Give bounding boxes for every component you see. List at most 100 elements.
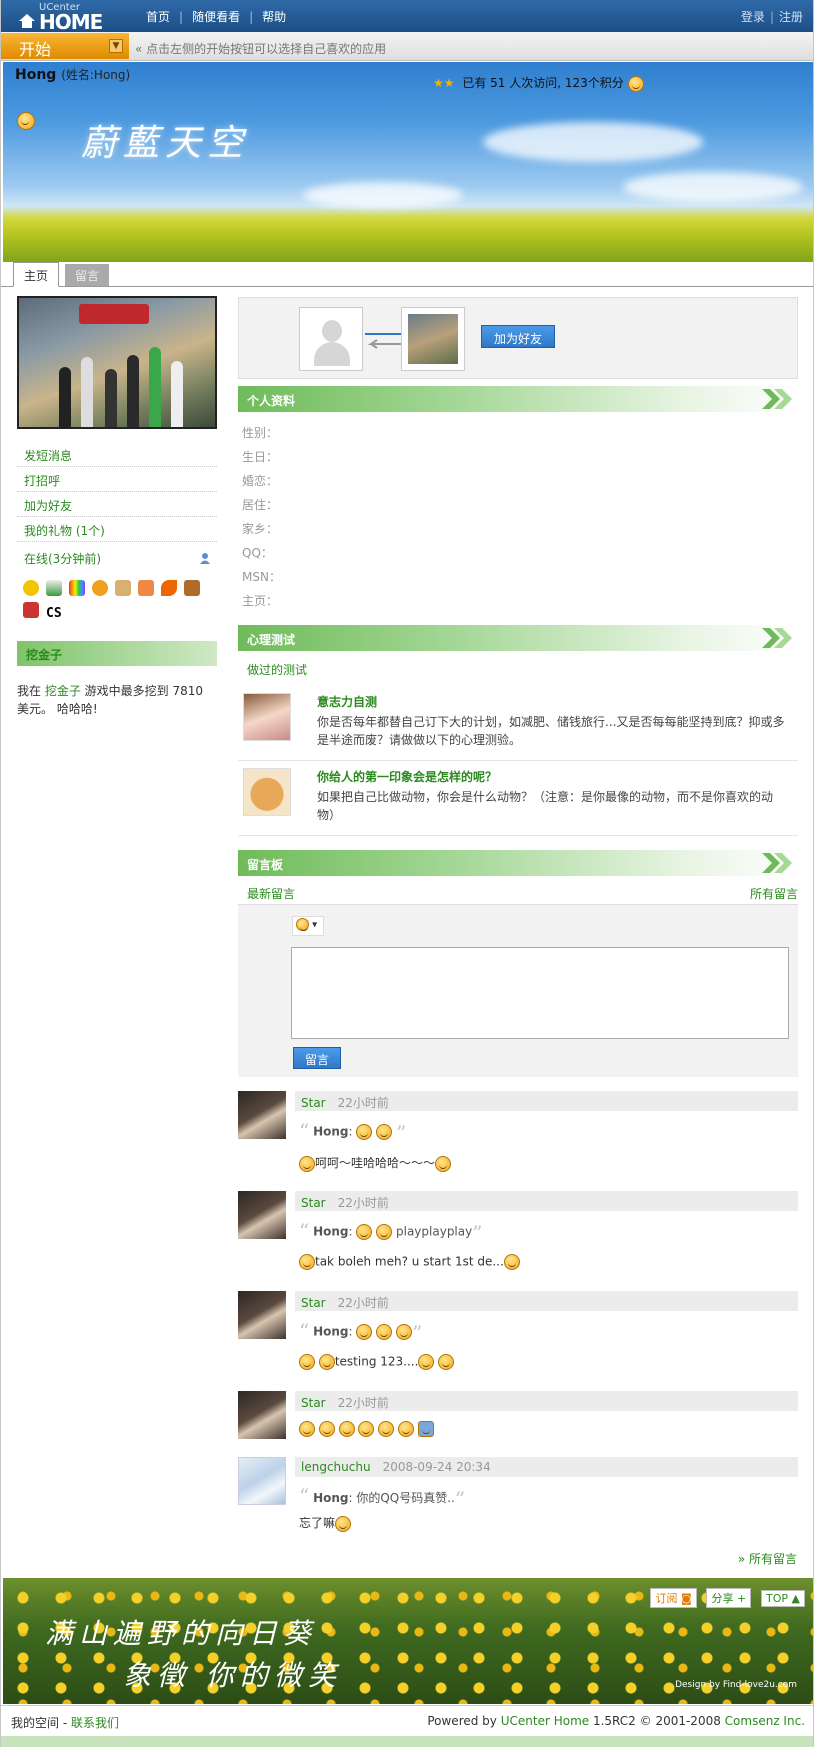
product-link[interactable]: UCenter Home bbox=[501, 1714, 589, 1728]
comment-header: Star 22小时前 bbox=[295, 1291, 798, 1311]
footer-right: Powered by UCenter Home 1.5RC2 © 2001-20… bbox=[427, 1714, 805, 1728]
add-friend-button[interactable]: 加为好友 bbox=[481, 325, 555, 348]
comment-item: Star 22小时前 “ Hong: ” testing 123.... bbox=[238, 1291, 798, 1381]
nav-explore-link[interactable]: 随便看看 bbox=[192, 10, 240, 24]
emoticon-icon bbox=[356, 1224, 373, 1240]
photo-app-icon[interactable] bbox=[115, 580, 131, 596]
psych-test-heading: 心理测试 bbox=[238, 625, 798, 651]
nav-home-link[interactable]: 首页 bbox=[146, 10, 170, 24]
tab-guestbook[interactable]: 留言 bbox=[65, 264, 110, 286]
login-separator: | bbox=[769, 10, 774, 24]
profile-heading-label: 个人资料 bbox=[247, 394, 296, 408]
login-link[interactable]: 登录 bbox=[741, 10, 765, 24]
photo-figure bbox=[127, 355, 139, 427]
my-space-label: 我的空间 bbox=[11, 1716, 60, 1730]
commenter-name[interactable]: Star bbox=[301, 1296, 326, 1310]
nav-help-link[interactable]: 帮助 bbox=[262, 10, 286, 24]
star-icon: ★★ bbox=[433, 76, 455, 90]
comment-body: 忘了嘛 bbox=[299, 1514, 352, 1532]
rocket-icon[interactable] bbox=[161, 580, 177, 596]
send-message-link[interactable]: 发短消息 bbox=[17, 442, 217, 467]
emoticon-icon bbox=[356, 1124, 373, 1140]
cs-game-icon[interactable]: CS bbox=[46, 606, 62, 621]
emoticon-icon bbox=[299, 1155, 315, 1172]
comment-header: Star 22小时前 bbox=[295, 1191, 798, 1211]
add-friend-link[interactable]: 加为好友 bbox=[17, 492, 217, 517]
footer-left: 我的空间 - 联系我们 bbox=[11, 1716, 119, 1730]
user-photo[interactable] bbox=[17, 296, 217, 429]
commenter-name[interactable]: Star bbox=[301, 1196, 326, 1210]
my-gifts-link[interactable]: 我的礼物 (1个) bbox=[17, 517, 217, 542]
flask-icon[interactable] bbox=[46, 580, 62, 596]
game-link[interactable]: 挖金子 bbox=[45, 684, 81, 698]
commenter-avatar[interactable] bbox=[238, 1191, 286, 1239]
test-thumbnail[interactable] bbox=[243, 768, 291, 816]
commenter-avatar[interactable] bbox=[238, 1391, 286, 1439]
test-thumbnail[interactable] bbox=[243, 693, 291, 741]
back-to-top-button[interactable]: TOP ▲ bbox=[761, 1590, 805, 1607]
profile-field-homepage: 主页： bbox=[242, 594, 279, 608]
photo-sign bbox=[79, 304, 149, 324]
nav-separator: | bbox=[179, 10, 184, 24]
register-link[interactable]: 注册 bbox=[779, 10, 803, 24]
share-label: 分享 bbox=[711, 1592, 734, 1605]
commenter-name[interactable]: lengchuchu bbox=[301, 1460, 371, 1474]
profile-field-gender: 性别： bbox=[242, 426, 279, 440]
all-messages-link[interactable]: 所有留言 bbox=[750, 885, 798, 902]
comment-time: 22小时前 bbox=[337, 1196, 389, 1210]
start-button[interactable]: 开始 ▼ bbox=[1, 33, 129, 59]
tab-home[interactable]: 主页 bbox=[13, 262, 60, 287]
share-button[interactable]: 分享 + bbox=[706, 1588, 752, 1608]
test-title[interactable]: 你给人的第一印象会是怎样的呢？ bbox=[317, 768, 497, 785]
emoticon-picker[interactable]: ▾ bbox=[292, 916, 324, 936]
comment-time: 22小时前 bbox=[337, 1296, 389, 1310]
test-description: 你是否每年都替自己订下大的计划，如减肥、储钱旅行...又是否每每能坚持到底？抑或… bbox=[317, 715, 785, 747]
emoticon-icon bbox=[378, 1421, 395, 1437]
chevron-down-icon[interactable]: ▼ bbox=[109, 39, 123, 53]
contact-us-link[interactable]: 联系我们 bbox=[71, 1716, 119, 1730]
tests-done-label: 做过的测试 bbox=[247, 663, 308, 677]
emoticon-icon bbox=[318, 1421, 335, 1437]
comment-time: 2008-09-24 20:34 bbox=[382, 1460, 491, 1474]
post-message-button[interactable]: 留言 bbox=[293, 1047, 341, 1069]
company-link[interactable]: Comsenz Inc. bbox=[725, 1714, 805, 1728]
owner-avatar[interactable] bbox=[401, 307, 465, 371]
quoted-text: playplayplay bbox=[396, 1224, 473, 1239]
gift-icon[interactable] bbox=[138, 580, 154, 596]
commenter-name[interactable]: Star bbox=[301, 1096, 326, 1110]
footer: 我的空间 - 联系我们 Powered by UCenter Home 1.5R… bbox=[1, 1705, 813, 1735]
comment-time: 22小时前 bbox=[337, 1096, 389, 1110]
quote-open-icon: “ bbox=[299, 1119, 310, 1143]
emoticon-icon bbox=[396, 1324, 412, 1340]
chat-bubble-icon[interactable] bbox=[23, 580, 39, 596]
latest-messages-label: 最新留言 bbox=[247, 887, 296, 901]
commenter-avatar[interactable] bbox=[238, 1457, 286, 1505]
owner-avatar-image bbox=[408, 314, 458, 364]
rss-subscribe-button[interactable]: 订阅 ◙ bbox=[650, 1588, 697, 1608]
test-title[interactable]: 意志力自测 bbox=[317, 693, 377, 710]
comment-quote: “ Hong: 你的QQ号码真赞..” bbox=[299, 1484, 466, 1511]
comment-text: tak boleh meh? u start 1st de... bbox=[315, 1254, 504, 1269]
all-messages-bottom-link[interactable]: » 所有留言 bbox=[738, 1550, 797, 1567]
candy-icon[interactable] bbox=[92, 580, 108, 596]
smiley-icon bbox=[296, 918, 309, 931]
top-nav: 首页 | 随便看看 | 帮助 bbox=[146, 8, 286, 25]
rainbow-icon[interactable] bbox=[69, 580, 85, 596]
cloud-decoration bbox=[623, 172, 803, 202]
emoticon-icon bbox=[376, 1324, 393, 1340]
game-text-pre: 我在 bbox=[17, 684, 45, 698]
quoted-user: Hong bbox=[313, 1124, 349, 1139]
comment-item: Star 22小时前 “ Hong: playplayplay” tak bole… bbox=[238, 1191, 798, 1281]
ucenter-home-logo[interactable]: UCenter HOME bbox=[19, 2, 109, 34]
commenter-avatar[interactable] bbox=[238, 1291, 286, 1339]
start-button-label: 开始 bbox=[19, 40, 52, 59]
message-textarea[interactable] bbox=[291, 947, 789, 1039]
commenter-name[interactable]: Star bbox=[301, 1396, 326, 1410]
robot-icon[interactable] bbox=[23, 602, 39, 618]
commenter-avatar[interactable] bbox=[238, 1091, 286, 1139]
photo-figure bbox=[59, 367, 71, 427]
friend-box: 加为好友 bbox=[238, 297, 798, 379]
poke-link[interactable]: 打招呼 bbox=[17, 467, 217, 492]
comment-body: tak boleh meh? u start 1st de... bbox=[299, 1254, 520, 1270]
briefcase-icon[interactable] bbox=[184, 580, 200, 596]
